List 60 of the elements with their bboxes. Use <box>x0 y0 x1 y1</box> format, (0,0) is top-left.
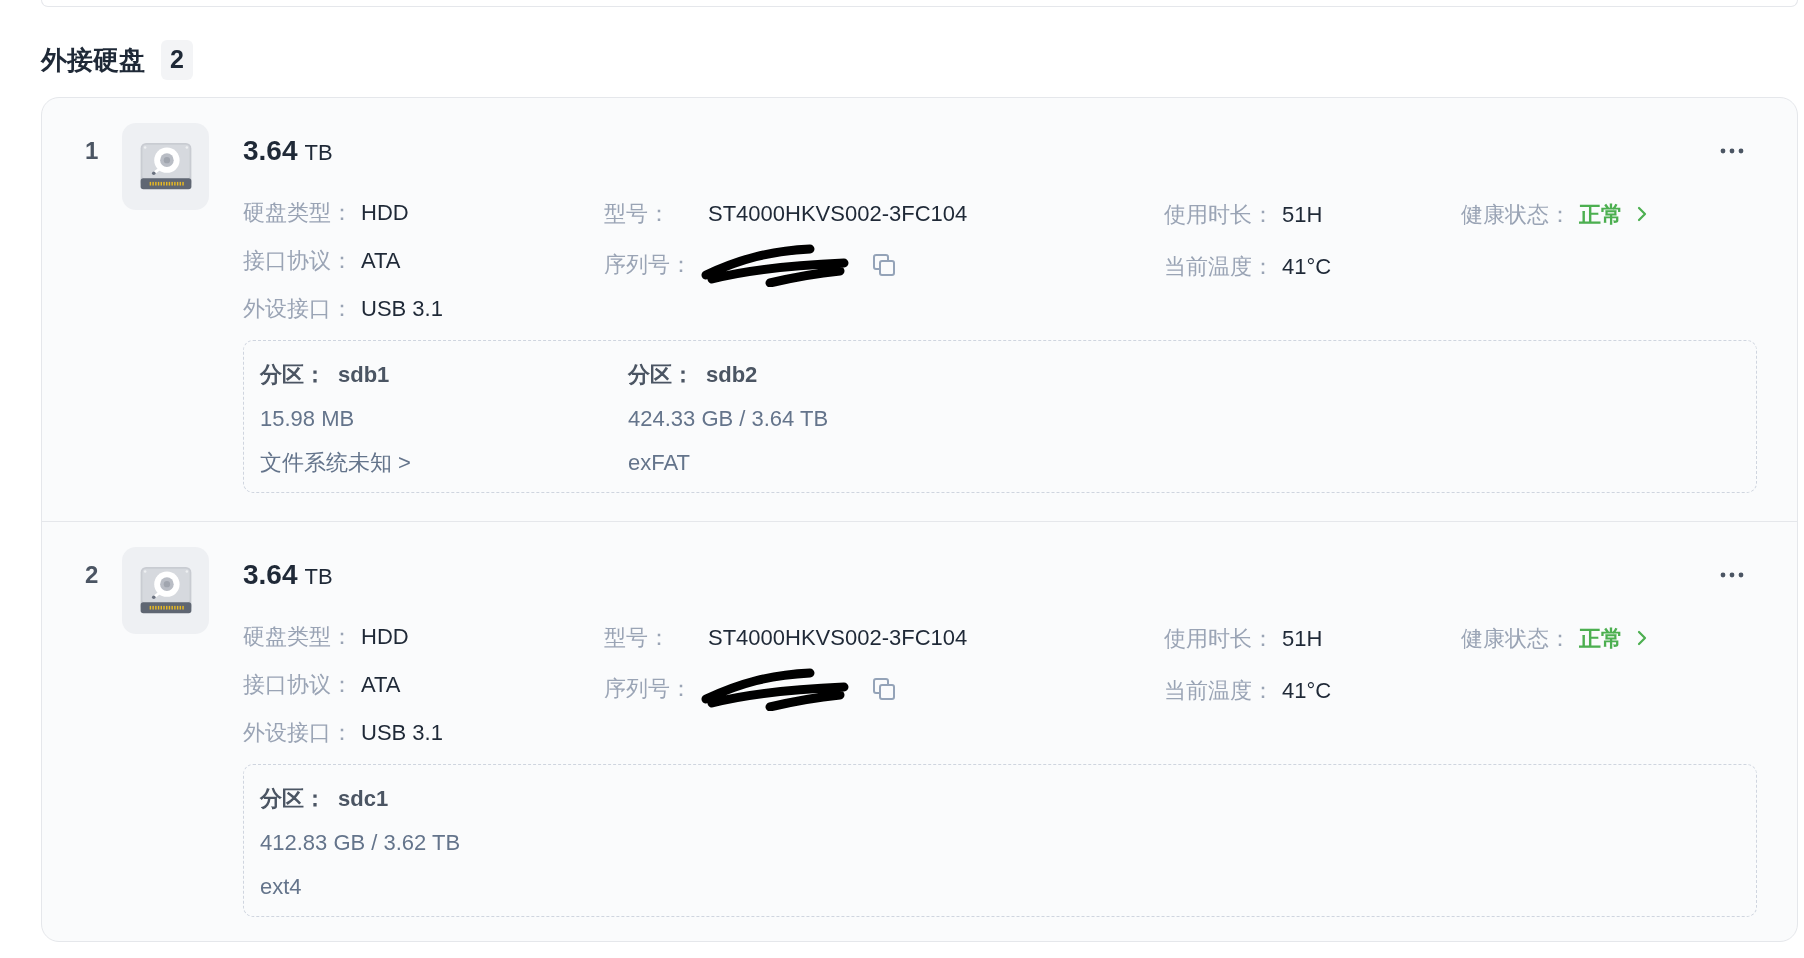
field-label: 使用时长： <box>1164 624 1274 653</box>
field-value: 51H <box>1282 200 1323 229</box>
field-label: 使用时长： <box>1164 200 1274 229</box>
copy-icon <box>872 252 896 277</box>
hard-drive-icon <box>122 123 209 210</box>
partition-size: 15.98 MB <box>260 404 355 433</box>
field-label: 接口协议： <box>243 246 353 275</box>
health-status-link[interactable]: 正常 <box>1579 197 1647 231</box>
partition-size: 424.33 GB / 3.64 TB <box>628 404 829 433</box>
field-label: 型号： <box>604 200 671 228</box>
field-label: 序列号： <box>604 251 693 279</box>
field-value: 51H <box>1282 624 1323 653</box>
field-label: 外设接口： <box>243 718 353 747</box>
disk-index: 1 <box>85 136 100 166</box>
field-value: ST4000HKVS002-3FC104 <box>708 200 968 228</box>
field-label: 当前温度： <box>1164 252 1274 281</box>
count-badge: 2 <box>161 40 193 80</box>
disk-capacity: 3.64 <box>243 134 298 168</box>
field-label: 健康状态： <box>1461 624 1571 653</box>
chevron-right-icon <box>1637 630 1647 646</box>
more-icon <box>1720 148 1744 154</box>
field-value: USB 3.1 <box>361 718 443 747</box>
copy-icon <box>872 676 896 701</box>
health-status-link[interactable]: 正常 <box>1579 621 1647 655</box>
field-label: 健康状态： <box>1461 200 1571 229</box>
field-label: 硬盘类型： <box>243 198 353 227</box>
partition-label: 分区： <box>628 360 694 389</box>
section-title: 外接硬盘 <box>41 43 145 77</box>
field-label: 接口协议： <box>243 670 353 699</box>
more-button[interactable] <box>1720 148 1744 154</box>
partition-filesystem: ext4 <box>260 872 302 901</box>
field-value: HDD <box>361 622 409 651</box>
partition-label: 分区： <box>260 360 326 389</box>
field-label: 硬盘类型： <box>243 622 353 651</box>
disk-index: 2 <box>85 560 100 590</box>
partition-size: 412.83 GB / 3.62 TB <box>260 828 461 857</box>
partition-name: sdc1 <box>338 784 389 813</box>
chevron-right-icon <box>1637 206 1647 222</box>
field-value: ST4000HKVS002-3FC104 <box>708 624 968 652</box>
field-value: ATA <box>361 670 401 699</box>
disk-capacity: 3.64 <box>243 558 298 592</box>
partition-filesystem: exFAT <box>628 448 690 477</box>
capacity-unit: TB <box>304 563 333 591</box>
field-value: ATA <box>361 246 401 275</box>
field-label: 序列号： <box>604 675 693 703</box>
capacity-unit: TB <box>304 139 333 167</box>
field-label: 外设接口： <box>243 294 353 323</box>
partition-name: sdb2 <box>706 360 758 389</box>
field-value: 41°C <box>1282 252 1332 281</box>
partition-name: sdb1 <box>338 360 390 389</box>
hard-drive-icon <box>122 547 209 634</box>
field-value: HDD <box>361 198 409 227</box>
partition-filesystem: 文件系统未知 > <box>260 448 411 477</box>
field-label: 型号： <box>604 624 671 652</box>
more-icon <box>1720 572 1744 578</box>
field-value: USB 3.1 <box>361 294 443 323</box>
more-button[interactable] <box>1720 572 1744 578</box>
field-label: 当前温度： <box>1164 676 1274 705</box>
field-value: 41°C <box>1282 676 1332 705</box>
partition-label: 分区： <box>260 784 326 813</box>
